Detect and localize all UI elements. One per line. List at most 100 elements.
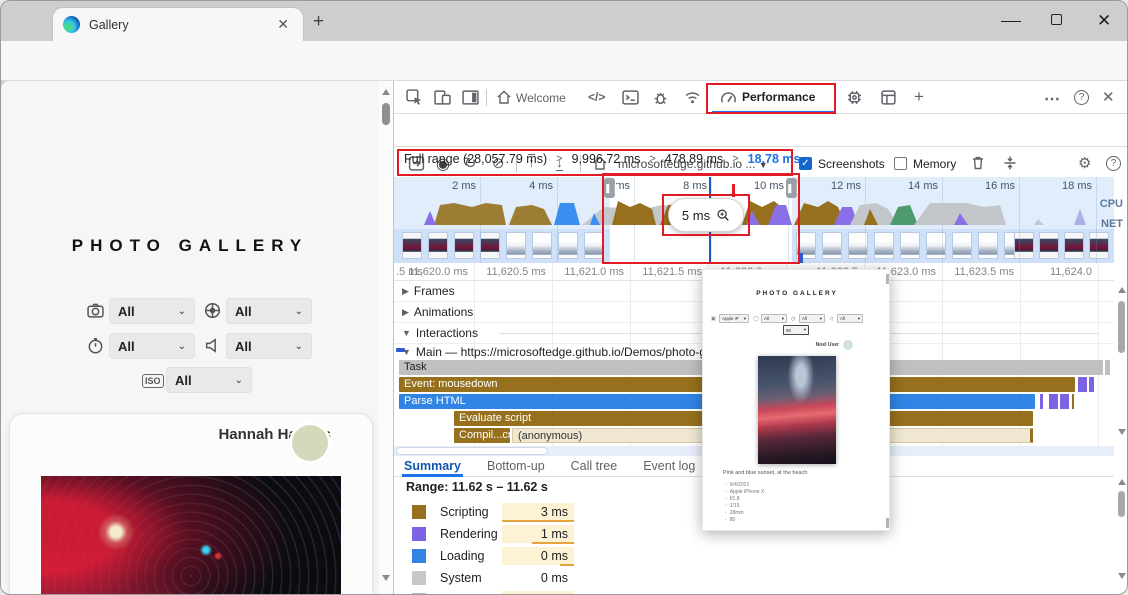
window-maximize-button[interactable] bbox=[1051, 14, 1062, 25]
breadcrumb-separator: > bbox=[732, 153, 738, 165]
filmstrip-thumbnail[interactable] bbox=[506, 232, 526, 259]
perf-help-icon[interactable]: ? bbox=[1106, 156, 1121, 171]
new-tab-button[interactable]: + bbox=[313, 11, 324, 33]
flame-compile-script[interactable]: Compil...cript bbox=[454, 428, 510, 443]
breadcrumb-level-1[interactable]: 9,996.72 ms bbox=[572, 152, 641, 166]
filmstrip-thumbnail[interactable] bbox=[402, 232, 422, 259]
popup-meta-aperture: f/1.8 bbox=[725, 496, 740, 502]
summary-scrollbar-thumb[interactable] bbox=[1118, 491, 1125, 517]
more-tabs-icon[interactable]: + bbox=[914, 87, 924, 107]
tab-application-icon[interactable] bbox=[880, 89, 897, 111]
flame-script-sliver[interactable] bbox=[1072, 394, 1074, 409]
tab-console-icon[interactable] bbox=[622, 89, 639, 111]
filmstrip-thumbnail[interactable] bbox=[978, 232, 998, 259]
scrollbar-thumb[interactable] bbox=[382, 103, 390, 125]
overview-tick: 6 ms bbox=[570, 180, 630, 192]
devtools-menu-icon[interactable]: ⋯ bbox=[1044, 89, 1062, 109]
tab-bottom-up[interactable]: Bottom-up bbox=[487, 459, 545, 473]
tracks-scroll-down-icon[interactable] bbox=[1118, 429, 1126, 435]
tracks-scrollbar-thumb[interactable] bbox=[1118, 301, 1125, 353]
filmstrip-thumbnail[interactable] bbox=[796, 232, 816, 259]
inspect-icon[interactable] bbox=[406, 89, 423, 111]
scroll-down-icon[interactable] bbox=[382, 575, 390, 581]
collapse-icon[interactable] bbox=[1002, 155, 1018, 176]
tab-call-tree[interactable]: Call tree bbox=[571, 459, 618, 473]
raindrops-photo[interactable] bbox=[41, 476, 341, 595]
filmstrip-thumbnail[interactable] bbox=[926, 232, 946, 259]
devtools-close-icon[interactable]: ✕ bbox=[1102, 88, 1115, 106]
flash-filter-select[interactable]: All⌄ bbox=[226, 333, 312, 359]
flame-render-bar[interactable] bbox=[1089, 377, 1094, 392]
devtools-help-icon[interactable]: ? bbox=[1074, 90, 1089, 105]
camera-filter-select[interactable]: All⌄ bbox=[109, 298, 195, 324]
flame-tick: 11,623.5 ms bbox=[944, 266, 1014, 278]
tab-event-log[interactable]: Event log bbox=[643, 459, 695, 473]
selection-handle-left[interactable]: ❚❚ bbox=[604, 178, 615, 198]
tracks-scroll-up-icon[interactable] bbox=[1118, 287, 1126, 293]
filmstrip-thumbnail[interactable] bbox=[428, 232, 448, 259]
screenshots-checkbox[interactable]: ✓ bbox=[799, 157, 812, 170]
tab-sources-icon[interactable]: </> bbox=[588, 90, 605, 104]
filmstrip-thumbnail[interactable] bbox=[900, 232, 920, 259]
filmstrip-thumbnail[interactable] bbox=[480, 232, 500, 259]
memory-label: Memory bbox=[913, 157, 956, 171]
scroll-up-icon[interactable] bbox=[382, 89, 390, 95]
screenshots-label: Screenshots bbox=[818, 157, 885, 171]
flame-render-bar[interactable] bbox=[1078, 377, 1087, 392]
breadcrumb-current[interactable]: 18.78 ms bbox=[748, 152, 801, 166]
filmstrip-thumbnail[interactable] bbox=[1089, 232, 1109, 259]
overview-tick: 16 ms bbox=[955, 180, 1015, 192]
tab-welcome[interactable]: Welcome bbox=[516, 91, 566, 105]
iso-filter-select[interactable]: All⌄ bbox=[166, 367, 252, 393]
window-minimize-button[interactable] bbox=[1001, 13, 1021, 22]
filmstrip-thumbnail[interactable] bbox=[1064, 232, 1084, 259]
summary-scroll-down-icon[interactable] bbox=[1118, 573, 1126, 579]
popup-page-title: PHOTO GALLERY bbox=[703, 290, 891, 297]
tab-network-icon[interactable] bbox=[684, 89, 701, 111]
filmstrip-thumbnail[interactable] bbox=[1039, 232, 1059, 259]
tab-close-icon[interactable]: ✕ bbox=[273, 16, 293, 33]
summary-scroll-up-icon[interactable] bbox=[1118, 479, 1126, 485]
dock-side-icon[interactable] bbox=[462, 89, 479, 111]
filmstrip-thumbnail[interactable] bbox=[454, 232, 474, 259]
filmstrip-thumbnail[interactable] bbox=[874, 232, 894, 259]
window-close-button[interactable]: ✕ bbox=[1097, 11, 1111, 29]
flame-render-bar[interactable] bbox=[1060, 394, 1069, 409]
tab-chip-icon[interactable] bbox=[846, 89, 863, 111]
popup-avatar bbox=[843, 340, 853, 350]
breadcrumb-level-2[interactable]: 478.89 ms bbox=[665, 152, 723, 166]
filmstrip-thumbnail[interactable] bbox=[1014, 232, 1034, 259]
flame-tick: 11,620.5 ms bbox=[476, 266, 546, 278]
perf-settings-gear-icon[interactable]: ⚙ bbox=[1078, 154, 1091, 172]
legend-row-total: Total 5 bbox=[394, 589, 794, 595]
tab-performance-icon[interactable] bbox=[720, 89, 737, 111]
screenshot-preview-popup: PHOTO GALLERY ▣ Apple iP▾ ◯ All▾ ◷ All▾ … bbox=[702, 269, 890, 531]
zoom-tooltip: 5 ms bbox=[668, 198, 744, 232]
hscrollbar-thumb[interactable] bbox=[396, 447, 548, 455]
aperture-filter-select[interactable]: All⌄ bbox=[226, 298, 312, 324]
filmstrip-thumbnail[interactable] bbox=[952, 232, 972, 259]
page-scrollbar[interactable] bbox=[379, 81, 393, 595]
flame-render-bar[interactable] bbox=[1049, 394, 1058, 409]
tab-performance[interactable]: Performance bbox=[742, 90, 815, 104]
filmstrip-thumbnail[interactable] bbox=[822, 232, 842, 259]
legend-row-system: System 0 ms bbox=[394, 567, 794, 589]
tab-debugger-icon[interactable] bbox=[652, 89, 669, 111]
tab-strip: Gallery ✕ + ✕ bbox=[1, 1, 1128, 41]
selection-handle-right[interactable]: ❚❚ bbox=[786, 178, 797, 198]
filmstrip-thumbnail[interactable] bbox=[584, 232, 604, 259]
home-icon[interactable] bbox=[496, 89, 512, 110]
memory-checkbox[interactable] bbox=[894, 157, 907, 170]
filmstrip-thumbnail[interactable] bbox=[532, 232, 552, 259]
flame-task-fragment[interactable] bbox=[1105, 360, 1110, 375]
tab-summary[interactable]: Summary bbox=[404, 459, 461, 473]
photo-author: Hannah Haynes bbox=[1, 426, 331, 443]
browser-tab-gallery[interactable]: Gallery ✕ bbox=[53, 8, 303, 41]
breadcrumb-full-range[interactable]: Full range (28,057.79 ms) bbox=[404, 152, 547, 166]
filmstrip-thumbnail[interactable] bbox=[558, 232, 578, 259]
flame-render-bar[interactable] bbox=[1040, 394, 1043, 409]
popup-iso-select: 80▾ bbox=[783, 325, 809, 335]
shutter-filter-select[interactable]: All⌄ bbox=[109, 333, 195, 359]
device-emulation-icon[interactable] bbox=[434, 89, 451, 111]
trash-icon[interactable] bbox=[970, 155, 986, 176]
